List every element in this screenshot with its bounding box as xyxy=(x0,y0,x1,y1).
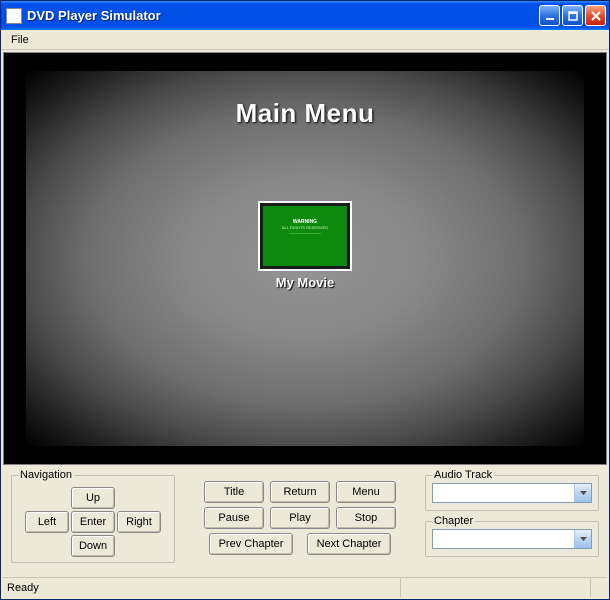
chapter-dropdown[interactable] xyxy=(574,530,591,548)
minimize-button[interactable] xyxy=(539,5,560,26)
titlebar[interactable]: DVD Player Simulator xyxy=(1,1,609,30)
menubar: File xyxy=(1,30,609,50)
playback-group: Title Return Menu Pause Play Stop Prev C… xyxy=(189,469,411,575)
dvd-menu-title: Main Menu xyxy=(236,98,375,129)
chevron-down-icon xyxy=(580,491,587,495)
close-icon xyxy=(590,10,602,22)
dvd-thumb-label: My Movie xyxy=(258,275,352,290)
chevron-down-icon xyxy=(580,537,587,541)
chapter-value xyxy=(433,530,574,548)
app-window: DVD Player Simulator File Main Menu xyxy=(0,0,610,600)
client-area: Main Menu WARNING ALL RIGHTS RESERVED ——… xyxy=(1,50,609,599)
controls-panel: Navigation Up Left Enter Right Down Titl… xyxy=(3,465,607,577)
pause-button[interactable]: Pause xyxy=(204,507,264,529)
maximize-icon xyxy=(567,10,579,22)
nav-up-button[interactable]: Up xyxy=(71,487,115,509)
dvd-menu-item[interactable]: WARNING ALL RIGHTS RESERVED ———————— My … xyxy=(258,201,352,290)
return-button[interactable]: Return xyxy=(270,481,330,503)
video-panel: Main Menu WARNING ALL RIGHTS RESERVED ——… xyxy=(3,52,607,465)
chapter-legend: Chapter xyxy=(432,515,475,527)
dvd-menu: Main Menu WARNING ALL RIGHTS RESERVED ——… xyxy=(236,228,375,290)
statusbar: Ready xyxy=(3,577,607,597)
close-button[interactable] xyxy=(585,5,606,26)
nav-left-button[interactable]: Left xyxy=(25,511,69,533)
minimize-icon xyxy=(544,10,556,22)
audio-track-dropdown[interactable] xyxy=(574,484,591,502)
nav-down-button[interactable]: Down xyxy=(71,535,115,557)
menu-button[interactable]: Menu xyxy=(336,481,396,503)
audio-track-legend: Audio Track xyxy=(432,469,494,481)
nav-enter-button[interactable]: Enter xyxy=(71,511,115,533)
dvd-thumb: WARNING ALL RIGHTS RESERVED ———————— xyxy=(258,201,352,271)
play-button[interactable]: Play xyxy=(270,507,330,529)
audio-track-group: Audio Track xyxy=(425,469,599,511)
status-pane-2 xyxy=(401,578,591,597)
chapter-group: Chapter xyxy=(425,515,599,557)
window-title: DVD Player Simulator xyxy=(27,8,539,23)
prev-chapter-button[interactable]: Prev Chapter xyxy=(209,533,293,555)
chapter-combo[interactable] xyxy=(432,529,592,549)
window-buttons xyxy=(539,5,606,26)
maximize-button[interactable] xyxy=(562,5,583,26)
navigation-legend: Navigation xyxy=(18,469,74,481)
app-icon xyxy=(6,8,22,24)
stop-button[interactable]: Stop xyxy=(336,507,396,529)
next-chapter-button[interactable]: Next Chapter xyxy=(307,533,391,555)
status-text: Ready xyxy=(3,578,401,597)
audio-track-combo[interactable] xyxy=(432,483,592,503)
navigation-group: Navigation Up Left Enter Right Down xyxy=(11,469,175,563)
menu-file[interactable]: File xyxy=(5,33,35,47)
audio-track-value xyxy=(433,484,574,502)
title-button[interactable]: Title xyxy=(204,481,264,503)
selectors-group: Audio Track Chapter xyxy=(425,469,599,575)
nav-right-button[interactable]: Right xyxy=(117,511,161,533)
resize-grip[interactable] xyxy=(591,578,607,597)
